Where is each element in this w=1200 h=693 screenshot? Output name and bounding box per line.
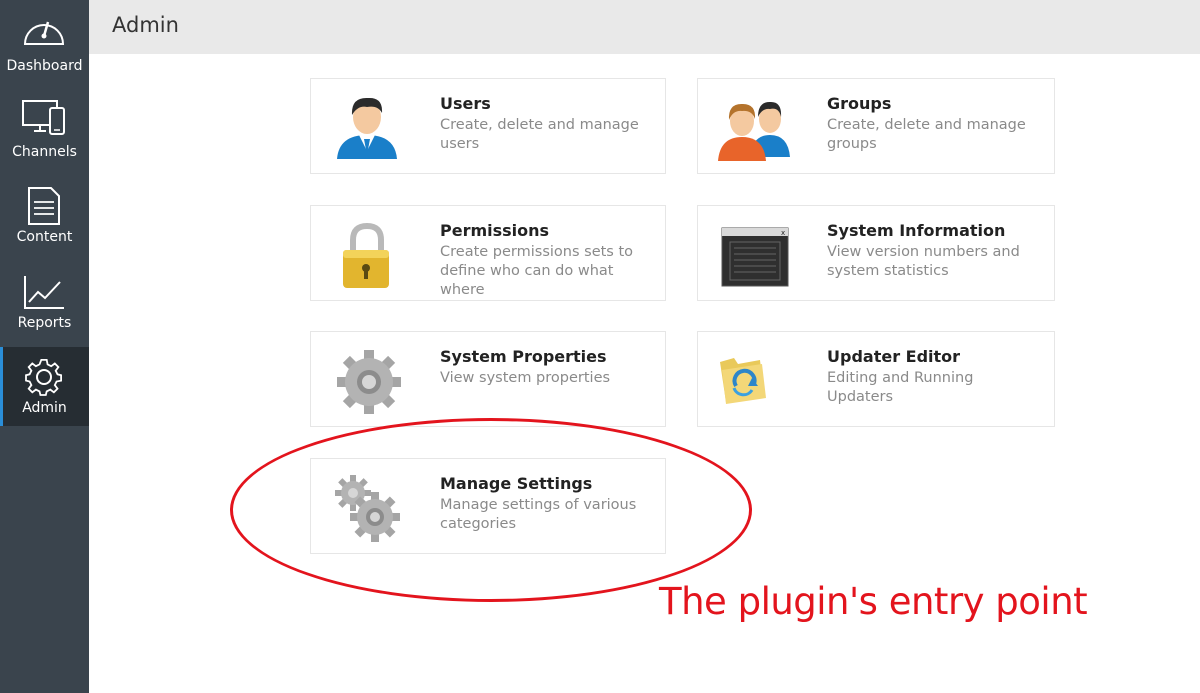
manage-settings-card-title: Manage Settings xyxy=(440,474,593,493)
padlock-icon xyxy=(343,222,389,288)
groups-card-title: Groups xyxy=(827,94,892,113)
users-card-description: Create, delete and manage users xyxy=(440,117,639,152)
permissions-card[interactable]: Permissions Create permissions sets to d… xyxy=(310,205,666,301)
svg-text:x: x xyxy=(781,229,785,237)
page-title: Admin xyxy=(112,13,179,37)
updater-editor-card[interactable]: Updater Editor Editing and Running Updat… xyxy=(697,331,1055,427)
folder-refresh-icon xyxy=(720,358,766,404)
gear-icon xyxy=(337,350,401,414)
sidebar-item-channels[interactable]: Channels xyxy=(0,88,89,168)
sidebar-item-dashboard[interactable]: Dashboard xyxy=(0,0,89,86)
system-properties-card[interactable]: System Properties View system properties xyxy=(310,331,666,427)
updater-editor-card-description: Editing and Running Updaters xyxy=(827,370,974,405)
group-users-icon xyxy=(718,101,790,161)
dashboard-gauge-icon xyxy=(23,21,65,45)
sidebar: Dashboard Channels Content Reports Admin xyxy=(0,0,89,693)
users-card[interactable]: Users Create, delete and manage users xyxy=(310,78,666,174)
system-properties-card-description: View system properties xyxy=(440,370,611,386)
sidebar-item-label: Admin xyxy=(22,400,67,416)
line-chart-icon xyxy=(24,276,64,309)
sidebar-item-label: Content xyxy=(16,229,73,245)
system-information-card[interactable]: x System Information View version number… xyxy=(697,205,1055,301)
sidebar-item-reports[interactable]: Reports xyxy=(0,262,89,342)
terminal-window-icon: x xyxy=(721,227,789,287)
permissions-card-description: Create permissions sets to define who ca… xyxy=(440,244,634,298)
gear-icon xyxy=(25,358,63,396)
permissions-card-title: Permissions xyxy=(440,221,550,240)
gears-icon xyxy=(335,475,400,542)
updater-editor-card-title: Updater Editor xyxy=(827,347,961,366)
manage-settings-card-description: Manage settings of various categories xyxy=(440,497,637,532)
sidebar-item-label: Reports xyxy=(17,315,72,331)
document-icon xyxy=(28,187,60,225)
sidebar-item-admin[interactable]: Admin xyxy=(0,347,89,426)
sidebar-item-label: Channels xyxy=(12,144,77,160)
users-card-title: Users xyxy=(440,94,491,113)
manage-settings-card[interactable]: Manage Settings Manage settings of vario… xyxy=(310,458,666,554)
monitor-phone-icon xyxy=(22,100,65,135)
system-properties-card-title: System Properties xyxy=(440,347,607,366)
groups-card[interactable]: Groups Create, delete and manage groups xyxy=(697,78,1055,174)
groups-card-description: Create, delete and manage groups xyxy=(827,117,1026,152)
page-header: Admin xyxy=(89,0,1200,54)
system-information-card-description: View version numbers and system statisti… xyxy=(827,244,1020,279)
annotation-label: The plugin's entry point xyxy=(659,580,1088,623)
sidebar-item-label: Dashboard xyxy=(6,58,83,74)
sidebar-item-content[interactable]: Content xyxy=(0,176,89,256)
system-information-card-title: System Information xyxy=(827,221,1006,240)
user-icon xyxy=(337,97,397,159)
